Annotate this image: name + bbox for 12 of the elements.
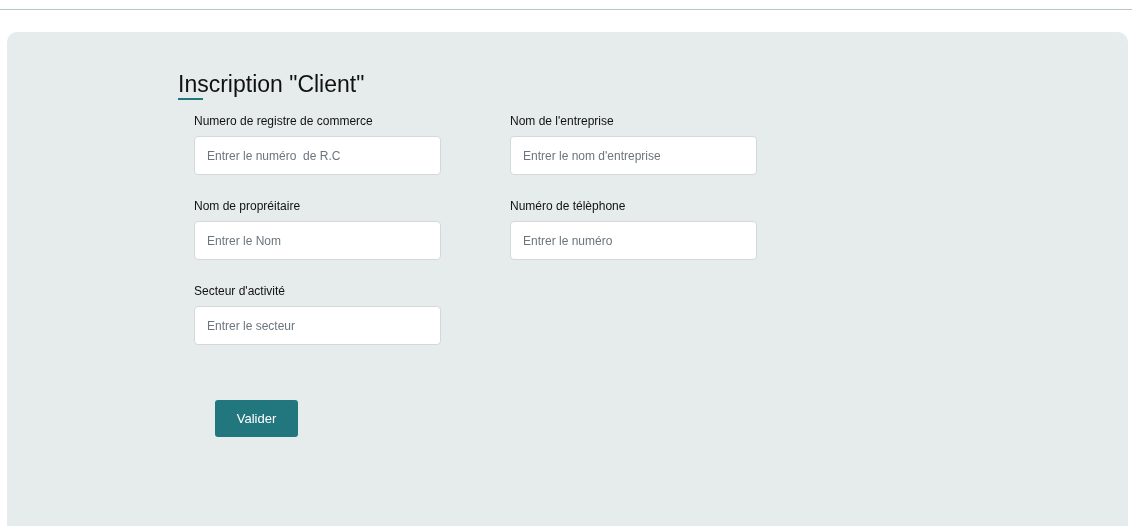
field-label: Numero de registre de commerce (194, 114, 374, 128)
form-title: Inscription "Client" (178, 71, 365, 100)
field-label: Nom de l'entreprise (510, 114, 615, 128)
field-label: Nom de propréitaire (194, 199, 302, 213)
input-field[interactable]: Entrer le Nom (194, 221, 441, 260)
input-field[interactable]: Entrer le numéro (510, 221, 757, 260)
field-label: Secteur d'activité (194, 284, 286, 298)
field-label: Numéro de télèphone (510, 199, 627, 213)
input-field[interactable]: Entrer le numéro de R.C (194, 136, 441, 175)
submit-button[interactable]: Valider (215, 400, 298, 437)
input-field[interactable]: Entrer le secteur (194, 306, 441, 345)
input-field[interactable]: Entrer le nom d'entreprise (510, 136, 757, 175)
